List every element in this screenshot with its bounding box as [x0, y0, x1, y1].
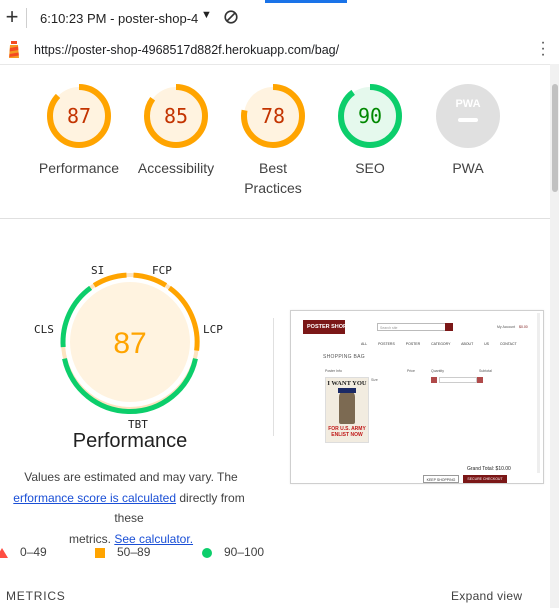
metrics-heading: METRICS	[6, 589, 66, 603]
tab-title[interactable]: 6:10:23 PM - poster-shop-4968	[40, 11, 198, 26]
thumb-poster-image: I WANT YOU FOR U.S. ARMY ENLIST NOW	[325, 377, 369, 443]
performance-gauge-ring: 87	[60, 272, 200, 414]
metric-tag-lcp: LCP	[203, 323, 223, 336]
gauge-accessibility-score: 85	[164, 104, 188, 128]
square-icon	[95, 547, 105, 558]
plus-icon[interactable]: +	[4, 6, 20, 28]
thumb-nav: ALL POSTERS POSTER CATEGORY ABOUT US CON…	[361, 342, 517, 346]
tab-separator	[26, 8, 27, 28]
score-calculated-link[interactable]: erformance score is calculated	[13, 491, 176, 505]
performance-title: Performance	[72, 430, 188, 452]
legend-average: 50–89	[95, 545, 150, 559]
thumb-qty-box	[439, 377, 477, 383]
gauge-accessibility[interactable]: 85 Accessibility	[121, 82, 231, 178]
kebab-menu-icon[interactable]: · · ·	[538, 35, 548, 63]
gauge-seo-ring: 90	[338, 84, 402, 148]
thumb-search-input: Search site	[377, 323, 447, 331]
thumb-col-subtotal: Subtotal	[479, 369, 492, 373]
thumb-col-price: Price	[407, 369, 415, 373]
expand-view-toggle[interactable]: Expand view	[451, 589, 522, 603]
gauge-best-practices-label-line1: Best	[258, 160, 287, 176]
pwa-badge-text: PWA	[455, 98, 480, 110]
gauge-seo[interactable]: 90 SEO	[315, 82, 425, 178]
thumb-logo: POSTER SHOP	[303, 320, 347, 334]
gauge-accessibility-label: Accessibility	[137, 160, 215, 176]
gauge-performance-score: 87	[67, 104, 91, 128]
gauge-pwa[interactable]: PWA PWA	[413, 82, 523, 178]
vertical-divider	[273, 318, 274, 436]
thumb-grand-total: Grand Total: $10.00	[467, 466, 511, 472]
note-line1: Values are estimated and may vary. The	[24, 470, 238, 484]
metric-tag-cls: CLS	[34, 323, 54, 336]
final-screenshot-thumbnail[interactable]: POSTER SHOP Search site My Account $0.00…	[290, 310, 544, 484]
legend-average-range: 50–89	[117, 545, 151, 559]
thumb-heading: SHOPPING BAG	[323, 354, 365, 360]
thumb-qty-plus	[477, 377, 483, 383]
thumb-size: Size	[371, 378, 378, 382]
gauge-best-practices-label: Best Practices	[218, 158, 328, 198]
note-line3: metrics.	[68, 531, 111, 546]
thumb-col-info: Poster Info	[325, 369, 342, 373]
pwa-badge-icon: PWA	[436, 84, 500, 148]
url-text[interactable]: https://poster-shop-4968517d882f.herokua…	[34, 43, 339, 57]
gauge-seo-label: SEO	[355, 160, 385, 176]
legend-fail: 0–49	[0, 545, 47, 559]
legend-pass-range: 90–100	[224, 545, 265, 559]
thumb-qty-minus	[431, 377, 437, 383]
performance-gauge-score: 87	[113, 327, 146, 360]
caret-down-icon[interactable]: ▼	[201, 9, 212, 21]
thumb-bag: $0.00	[519, 325, 528, 329]
scrollbar-thumb[interactable]	[552, 84, 558, 192]
thumb-col-qty: Quantity	[431, 369, 445, 373]
block-icon[interactable]	[224, 10, 238, 24]
gauge-performance[interactable]: 87 Performance	[24, 82, 134, 178]
active-tab-indicator	[265, 0, 347, 3]
legend-pass: 90–100	[202, 545, 264, 559]
metric-tag-si: SI	[91, 264, 105, 277]
estimate-note: Values are estimated and may vary. The e…	[0, 467, 262, 549]
address-bar: https://poster-shop-4968517d882f.herokua…	[0, 35, 559, 65]
lighthouse-icon	[9, 41, 19, 58]
gauge-accessibility-ring: 85	[144, 84, 208, 148]
thumb-keep-shopping: KEEP SHOPPING	[423, 475, 459, 483]
gauge-best-practices-score: 78	[261, 104, 285, 128]
section-divider	[0, 218, 550, 219]
thumb-poster-subtitle: FOR U.S. ARMY ENLIST NOW	[328, 426, 366, 438]
gauge-pwa-label: PWA	[452, 160, 484, 176]
thumb-account: My Account	[497, 325, 516, 329]
performance-gauge-large: 87 SI FCP LCP TBT CLS	[30, 258, 230, 431]
gauge-best-practices-label-line2: Practices	[244, 180, 302, 196]
gauge-performance-ring: 87	[47, 84, 111, 148]
legend-fail-range: 0–49	[20, 545, 47, 559]
tab-strip: + 6:10:23 PM - poster-shop-4968 ▼	[0, 0, 559, 37]
gauge-best-practices-ring: 78	[241, 84, 305, 148]
thumb-secure-checkout: SECURE CHECKOUT	[463, 475, 507, 483]
metric-tag-fcp: FCP	[152, 264, 172, 277]
thumb-poster-title: I WANT YOU	[327, 380, 367, 387]
triangle-icon	[0, 547, 8, 558]
thumb-search-icon	[445, 323, 453, 331]
see-calculator-link[interactable]: See calculator.	[114, 532, 193, 546]
gauge-performance-label: Performance	[38, 160, 120, 176]
gauge-seo-score: 90	[358, 104, 382, 128]
thumb-scrollbar	[537, 313, 540, 473]
gauge-best-practices[interactable]: 78 Best Practices	[218, 82, 328, 198]
circle-icon	[202, 547, 212, 558]
